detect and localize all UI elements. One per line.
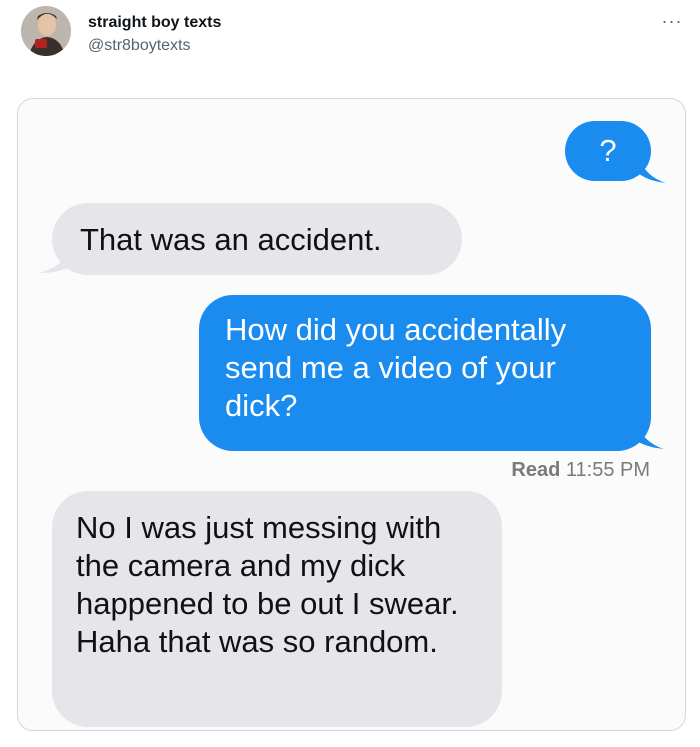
message-text: ? — [599, 133, 617, 168]
tweet-header: straight boy texts @str8boytexts ··· — [0, 0, 700, 90]
avatar[interactable] — [21, 6, 71, 56]
author-handle[interactable]: @str8boytexts — [88, 37, 191, 55]
author-name[interactable]: straight boy texts — [88, 14, 221, 32]
tweet-image[interactable]: ? That was an accident. How did you acci… — [17, 98, 686, 731]
bubble-tail — [634, 421, 664, 449]
read-time: 11:55 PM — [565, 459, 650, 481]
read-receipt: Read 11:55 PM — [511, 459, 650, 482]
more-options-button[interactable]: ··· — [658, 10, 686, 32]
message-text: That was an accident. — [80, 222, 382, 257]
message-text: How did you accidentally send me a video… — [225, 312, 567, 423]
more-horizontal-icon: ··· — [661, 11, 683, 31]
bubble-tail — [40, 245, 72, 273]
message-sent: How did you accidentally send me a video… — [199, 295, 651, 451]
message-received: No I was just messing with the camera an… — [52, 491, 502, 727]
bubble-tail — [638, 157, 666, 183]
read-label: Read — [511, 459, 561, 481]
message-received: That was an accident. — [52, 203, 462, 275]
message-text: No I was just messing with the camera an… — [76, 510, 459, 659]
